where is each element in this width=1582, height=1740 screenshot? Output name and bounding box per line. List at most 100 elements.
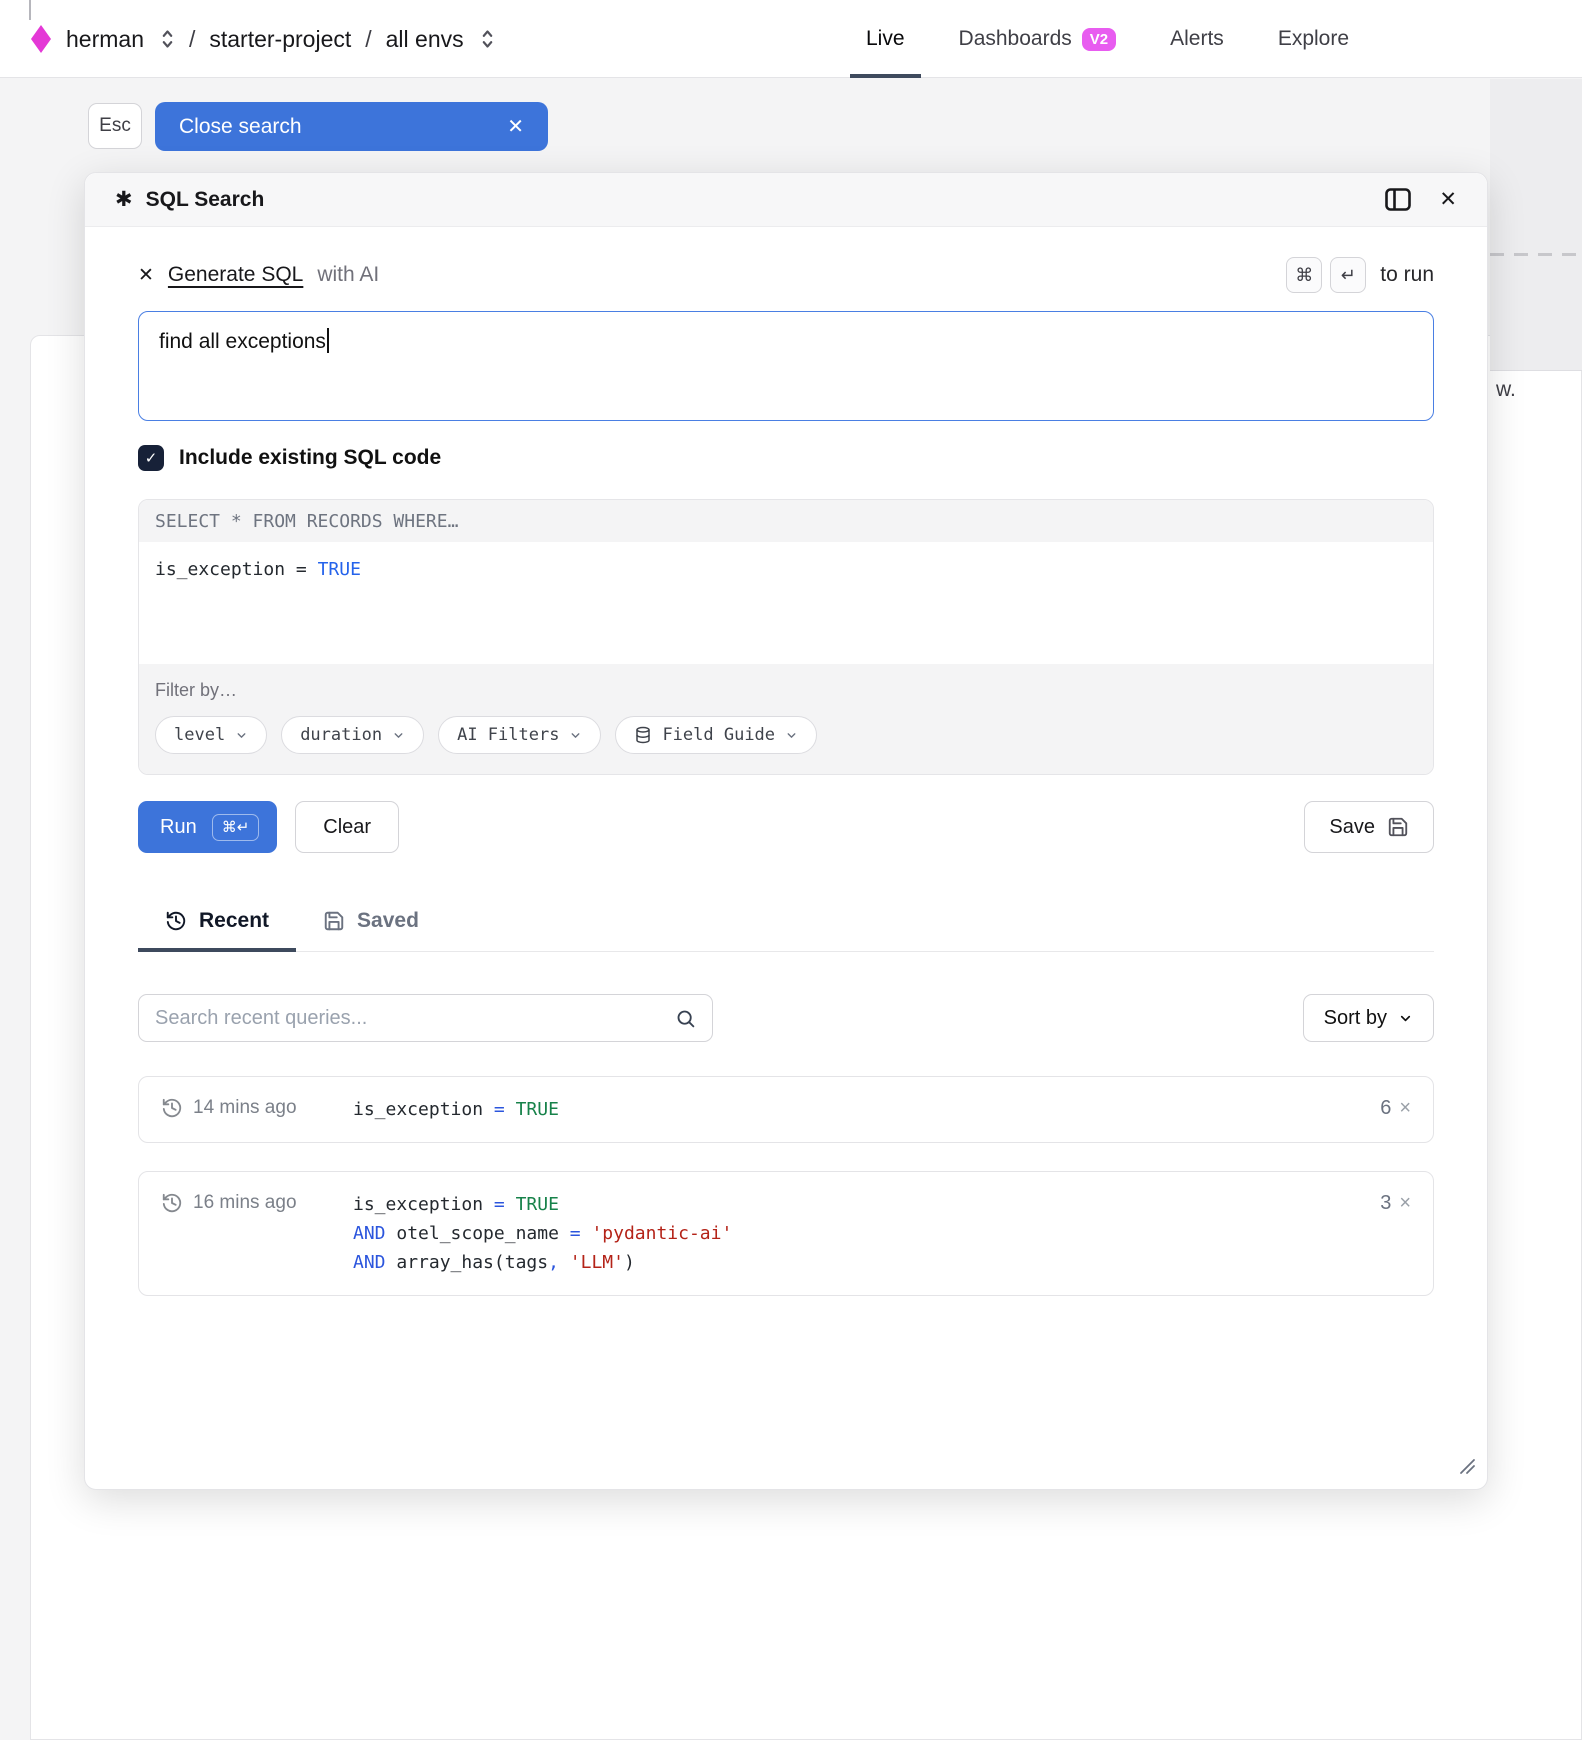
sql-editor: SELECT * FROM RECORDS WHERE… is_exceptio… — [138, 499, 1434, 775]
chevron-down-icon — [392, 729, 405, 742]
background-timeline-panel — [1490, 79, 1582, 371]
sql-editor-placeholder: SELECT * FROM RECORDS WHERE… — [139, 500, 1433, 542]
logfire-logo-icon — [30, 24, 52, 54]
include-sql-label: Include existing SQL code — [179, 446, 441, 470]
checkmark-icon: ✓ — [145, 449, 158, 467]
esc-key-hint: Esc — [88, 103, 142, 149]
actions-row: Run ⌘↵ Clear Save — [138, 801, 1434, 853]
v2-badge: V2 — [1082, 28, 1116, 51]
generate-sql-suffix: with AI — [317, 263, 379, 287]
breadcrumb: herman / starter-project / all envs — [30, 0, 495, 78]
code-token: = — [570, 1223, 592, 1244]
code-token: TRUE — [318, 559, 361, 580]
code-token: 'LLM' — [570, 1252, 624, 1273]
search-icon — [675, 1008, 696, 1029]
nav-tab-live[interactable]: Live — [866, 0, 905, 78]
code-token: is_exception — [353, 1194, 494, 1215]
code-token: , — [548, 1252, 570, 1273]
filter-chips: level duration AI Filters — [155, 716, 1417, 754]
code-token: AND — [353, 1252, 396, 1273]
ai-prompt-input[interactable]: find all exceptions — [138, 311, 1434, 421]
code-token: is_exception = — [155, 559, 318, 580]
close-search-label: Close search — [179, 115, 302, 139]
dock-panel-icon[interactable] — [1385, 188, 1411, 211]
background-partial-text: w. — [1496, 378, 1516, 402]
code-token: otel_scope_name — [396, 1223, 569, 1244]
nav-tab-alerts[interactable]: Alerts — [1170, 0, 1224, 78]
breadcrumb-env[interactable]: all envs — [386, 26, 464, 53]
history-icon — [161, 1192, 183, 1214]
run-button[interactable]: Run ⌘↵ — [138, 801, 277, 853]
save-button[interactable]: Save — [1304, 801, 1434, 853]
history-tabs: Recent Saved — [138, 909, 1434, 952]
include-sql-checkbox[interactable]: ✓ — [138, 445, 164, 471]
recent-search-row: Sort by — [138, 994, 1434, 1042]
dialog-header[interactable]: ✱ SQL Search ✕ — [85, 173, 1487, 227]
sort-by-button[interactable]: Sort by — [1303, 994, 1434, 1042]
breadcrumb-separator: / — [189, 26, 195, 53]
sparkle-icon: ✱ — [115, 187, 133, 212]
tab-saved[interactable]: Saved — [296, 909, 446, 951]
enter-key-hint: ↵ — [1330, 257, 1366, 293]
filter-chip-duration[interactable]: duration — [281, 716, 424, 754]
dismiss-ai-icon[interactable]: ✕ — [138, 264, 154, 287]
close-icon: ✕ — [507, 114, 524, 139]
code-token: = — [494, 1099, 516, 1120]
include-sql-row: ✓ Include existing SQL code — [138, 445, 1434, 471]
code-token: AND — [353, 1223, 396, 1244]
generate-sql-row: ✕ Generate SQL with AI ⌘ ↵ to run — [138, 257, 1434, 293]
nav-tab-dashboards[interactable]: Dashboards V2 — [959, 0, 1117, 78]
dialog-close-icon[interactable]: ✕ — [1439, 187, 1457, 212]
remove-query-icon[interactable]: × — [1399, 1097, 1411, 1120]
recent-query-list: 14 mins ago is_exception = TRUE 6 × 16 m… — [138, 1076, 1434, 1296]
chevron-down-icon — [1398, 1011, 1413, 1026]
dialog-title: ✱ SQL Search — [115, 187, 264, 212]
breadcrumb-org[interactable]: herman — [66, 26, 144, 53]
query-timestamp: 16 mins ago — [193, 1192, 297, 1214]
history-icon — [165, 910, 187, 932]
code-line: is_exception = TRUE — [353, 1190, 1380, 1219]
cmd-key-hint: ⌘ — [1286, 257, 1322, 293]
save-floppy-icon — [1387, 816, 1409, 838]
query-run-count: 3 — [1380, 1192, 1391, 1215]
recent-query-row[interactable]: 16 mins ago is_exception = TRUE AND otel_… — [138, 1171, 1434, 1296]
recent-search-field[interactable] — [138, 994, 713, 1042]
filter-chip-field-guide[interactable]: Field Guide — [615, 716, 817, 754]
chevron-down-icon — [785, 729, 798, 742]
close-search-button[interactable]: Close search ✕ — [155, 102, 548, 151]
code-line: is_exception = TRUE — [155, 555, 1417, 584]
filter-by-label: Filter by… — [155, 680, 1417, 701]
run-kbd-hint: ⌘↵ — [212, 814, 260, 841]
text-caret — [327, 328, 329, 353]
query-sql: is_exception = TRUE — [353, 1095, 1380, 1124]
code-line: is_exception = TRUE — [353, 1095, 1380, 1124]
query-timestamp: 14 mins ago — [193, 1097, 297, 1119]
code-token: = — [494, 1194, 516, 1215]
code-token: ) — [624, 1252, 635, 1273]
code-token: 'pydantic-ai' — [591, 1223, 732, 1244]
sql-editor-code[interactable]: is_exception = TRUE — [139, 542, 1433, 664]
resize-handle[interactable] — [1457, 1456, 1477, 1481]
code-token: TRUE — [516, 1099, 559, 1120]
generate-sql-link[interactable]: Generate SQL — [168, 263, 303, 287]
code-token: is_exception — [353, 1099, 494, 1120]
tab-recent[interactable]: Recent — [138, 909, 296, 951]
sql-search-dialog: ✱ SQL Search ✕ ✕ Generate SQL with AI ⌘ … — [84, 172, 1488, 1490]
remove-query-icon[interactable]: × — [1399, 1192, 1411, 1215]
code-token: TRUE — [516, 1194, 559, 1215]
recent-search-input[interactable] — [155, 1007, 675, 1030]
breadcrumb-project[interactable]: starter-project — [209, 26, 351, 53]
chevron-up-down-icon[interactable] — [160, 28, 175, 50]
recent-query-row[interactable]: 14 mins ago is_exception = TRUE 6 × — [138, 1076, 1434, 1143]
dashed-gridline — [1490, 253, 1582, 256]
query-run-count: 6 — [1380, 1097, 1391, 1120]
to-run-hint: to run — [1380, 263, 1434, 287]
filter-chip-level[interactable]: level — [155, 716, 267, 754]
sql-editor-footer: Filter by… level duration AI Filters — [139, 664, 1433, 774]
filter-chip-ai-filters[interactable]: AI Filters — [438, 716, 601, 754]
nav-tab-explore[interactable]: Explore — [1278, 0, 1349, 78]
nav-tabs: Live Dashboards V2 Alerts Explore — [866, 0, 1349, 78]
clear-button[interactable]: Clear — [295, 801, 399, 853]
chevron-up-down-icon[interactable] — [480, 28, 495, 50]
ai-prompt-value: find all exceptions — [159, 330, 326, 353]
